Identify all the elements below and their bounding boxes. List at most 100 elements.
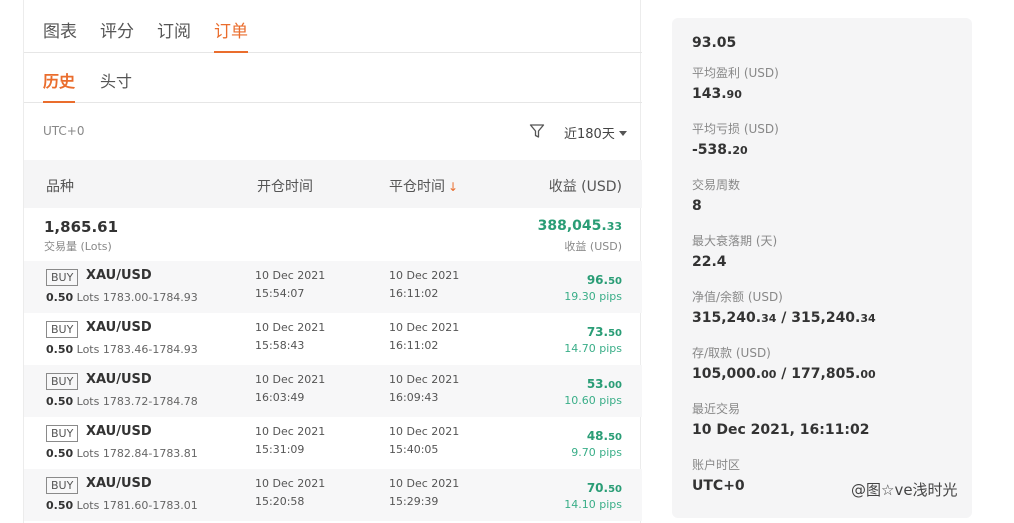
withdraw-dec: 00 [860, 368, 876, 381]
total-profit-label: 收益 (USD) [564, 240, 622, 253]
close-time: 10 Dec 2021 15:29:39 [389, 475, 459, 511]
price-range: 1781.60-1783.01 [102, 499, 198, 512]
balance-int: 315,240. [791, 310, 861, 326]
table-row[interactable]: BUY XAU/USD 0.50 Lots 1783.00-1784.93 10… [24, 261, 642, 313]
col-close-time-label: 平仓时间 [389, 179, 445, 195]
stat-avg-loss-value: -538.20 [692, 142, 779, 158]
stat-avg-loss-dec: 20 [732, 144, 748, 157]
stat-deposit-value: 105,000.00 / 177,805.00 [692, 366, 876, 382]
stat-weeks-value: 8 [692, 198, 702, 214]
total-lots-label: 交易量 (Lots) [44, 240, 112, 253]
symbol: XAU/USD [86, 320, 152, 335]
row-profit-int: 70. [586, 481, 609, 495]
row-pips: 9.70 pips [571, 446, 622, 459]
balance-dec: 34 [860, 312, 876, 325]
col-open-time[interactable]: 开仓时间 [257, 176, 313, 196]
subtab-history[interactable]: 历史 [43, 68, 76, 103]
stat-avg-loss: 平均亏损 (USD) -538.20 [692, 120, 779, 158]
stat-drawdown-value: 22.4 [692, 254, 727, 270]
deposit-separator: / [776, 366, 792, 382]
close-clock: 16:11:02 [389, 339, 439, 352]
row-pips: 10.60 pips [564, 394, 622, 407]
stat-top-value: 93.05 [692, 35, 737, 51]
close-date: 10 Dec 2021 [389, 373, 460, 386]
filter-bar: UTC+0 近180天 [24, 103, 642, 160]
table-row[interactable]: BUY XAU/USD 0.50 Lots 1783.72-1784.78 10… [24, 365, 642, 417]
close-clock: 15:29:39 [389, 495, 439, 508]
range-select[interactable]: 近180天 [564, 123, 627, 142]
row-pips: 14.10 pips [564, 498, 622, 511]
stat-weeks-label: 交易周数 [692, 178, 741, 192]
open-clock: 15:54:07 [255, 287, 305, 300]
close-date: 10 Dec 2021 [389, 425, 460, 438]
stats-panel: 93.05 平均盈利 (USD) 143.90 平均亏损 (USD) -538.… [672, 18, 972, 518]
sub-tabs: 历史 头寸 [24, 53, 642, 103]
total-profit-int: 388,045. [537, 218, 607, 234]
row-profit: 96.50 [587, 273, 622, 287]
tab-rating[interactable]: 评分 [100, 17, 134, 53]
tab-orders[interactable]: 订单 [214, 17, 248, 53]
open-date: 10 Dec 2021 [255, 477, 326, 490]
symbol: XAU/USD [86, 476, 152, 491]
lots-info: 0.50 Lots 1783.72-1784.78 [46, 395, 198, 408]
deposit-dec: 00 [761, 368, 777, 381]
price-range: 1783.72-1784.78 [102, 395, 198, 408]
row-profit-int: 96. [586, 273, 609, 287]
col-profit[interactable]: 收益 (USD) [549, 176, 622, 196]
equity-dec: 34 [761, 312, 777, 325]
total-lots: 1,865.61 [44, 218, 119, 236]
stat-deposit: 存/取款 (USD) 105,000.00 / 177,805.00 [692, 344, 876, 382]
symbol: XAU/USD [86, 372, 152, 387]
sort-down-icon: ↓ [448, 180, 459, 194]
close-time: 10 Dec 2021 16:11:02 [389, 267, 459, 303]
table-row[interactable]: BUY XAU/USD 0.50 Lots 1781.60-1783.01 10… [24, 469, 642, 521]
stat-weeks: 交易周数 8 [692, 176, 740, 214]
stat-top: 93.05 [692, 30, 736, 51]
open-date: 10 Dec 2021 [255, 425, 326, 438]
open-clock: 15:20:58 [255, 495, 305, 508]
table-row[interactable]: BUY XAU/USD 0.50 Lots 1782.84-1783.81 10… [24, 417, 642, 469]
open-time: 10 Dec 2021 15:54:07 [255, 267, 325, 303]
stat-avg-profit-int: 143. [692, 86, 727, 102]
row-profit-dec: 50 [608, 432, 622, 443]
stat-avg-profit-value: 143.90 [692, 86, 779, 102]
close-time: 10 Dec 2021 15:40:05 [389, 423, 459, 459]
table-header: 品种 开仓时间 平仓时间 ↓ 收益 (USD) [24, 160, 642, 208]
tab-chart[interactable]: 图表 [43, 17, 77, 53]
stat-timezone-label: 账户时区 [692, 458, 741, 472]
stat-drawdown: 最大衰落期 (天) 22.4 [692, 232, 777, 270]
open-time: 10 Dec 2021 15:31:09 [255, 423, 325, 459]
row-pips: 14.70 pips [564, 342, 622, 355]
side-badge: BUY [46, 373, 79, 390]
close-time: 10 Dec 2021 16:09:43 [389, 371, 459, 407]
main-tabs: 图表 评分 订阅 订单 [24, 0, 642, 53]
stat-avg-profit-dec: 90 [726, 88, 742, 101]
open-date: 10 Dec 2021 [255, 269, 326, 282]
lots-unit: Lots [76, 499, 100, 512]
price-range: 1783.00-1784.93 [102, 291, 198, 304]
stat-equity: 净值/余额 (USD) 315,240.34 / 315,240.34 [692, 288, 876, 326]
symbol: XAU/USD [86, 424, 152, 439]
lots-value: 0.50 [46, 499, 74, 512]
subtab-positions[interactable]: 头寸 [100, 68, 132, 103]
lots-info: 0.50 Lots 1781.60-1783.01 [46, 499, 198, 512]
open-clock: 15:58:43 [255, 339, 305, 352]
close-date: 10 Dec 2021 [389, 477, 460, 490]
lots-unit: Lots [76, 395, 100, 408]
col-close-time[interactable]: 平仓时间 ↓ [389, 176, 458, 196]
lots-info: 0.50 Lots 1783.46-1784.93 [46, 343, 198, 356]
col-symbol: 品种 [46, 179, 74, 195]
close-clock: 16:11:02 [389, 287, 439, 300]
table-row[interactable]: BUY XAU/USD 0.50 Lots 1783.46-1784.93 10… [24, 313, 642, 365]
stat-timezone-value: UTC+0 [692, 478, 745, 494]
open-time: 10 Dec 2021 16:03:49 [255, 371, 325, 407]
stat-equity-label: 净值/余额 (USD) [692, 290, 783, 304]
close-clock: 16:09:43 [389, 391, 439, 404]
lots-info: 0.50 Lots 1782.84-1783.81 [46, 447, 198, 460]
open-time: 10 Dec 2021 15:58:43 [255, 319, 325, 355]
tab-subscribe[interactable]: 订阅 [157, 17, 191, 53]
filter-icon[interactable] [529, 123, 545, 139]
lots-unit: Lots [76, 291, 100, 304]
stat-avg-loss-int: -538. [692, 142, 733, 158]
side-badge: BUY [46, 269, 79, 286]
